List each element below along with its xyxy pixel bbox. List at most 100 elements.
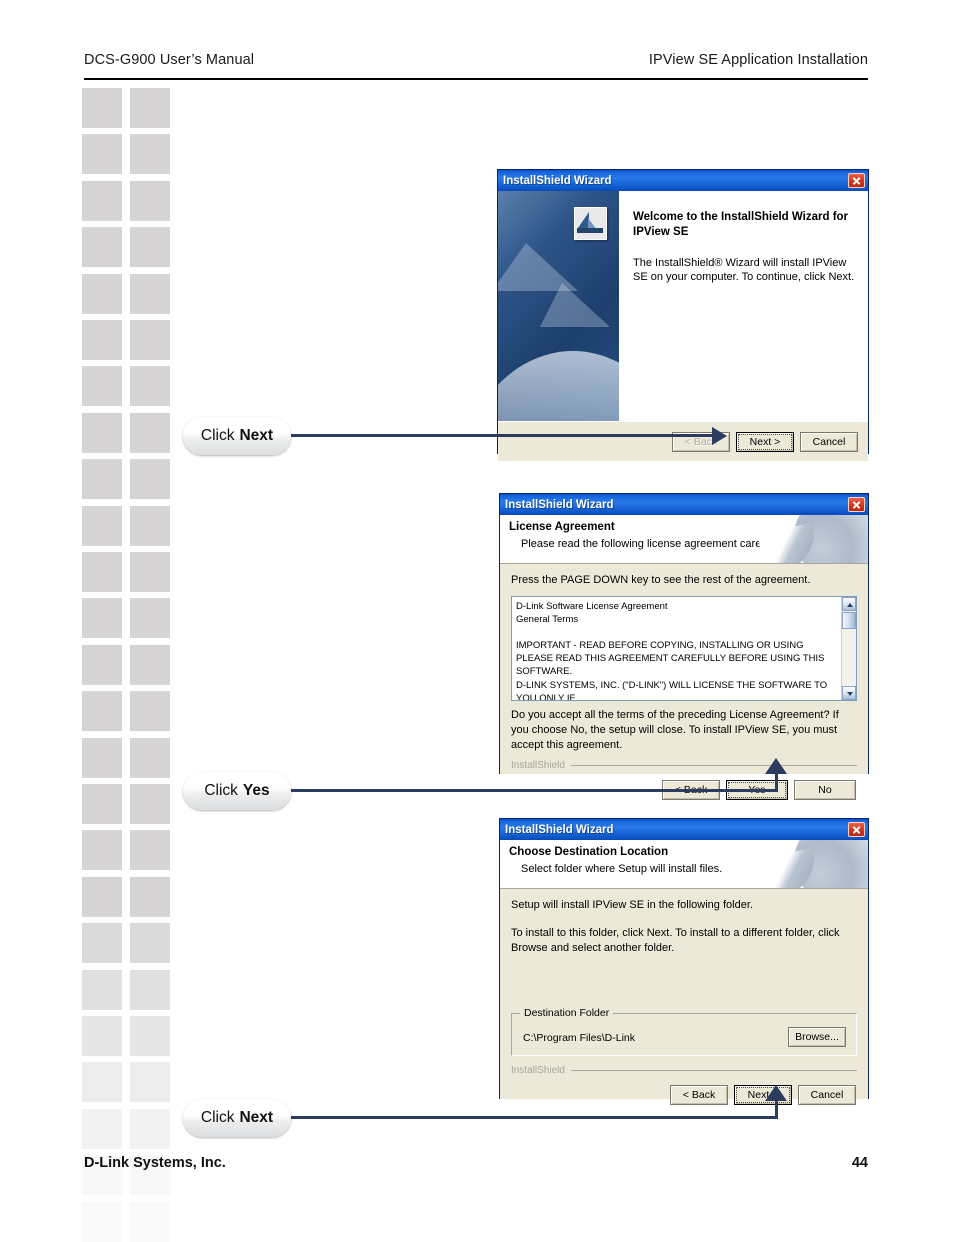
callout-arrow-1: [712, 427, 727, 445]
decorative-square: [130, 1109, 170, 1149]
installshield-footer: InstallShield: [511, 1065, 857, 1076]
destination-line-1: Setup will install IPView SE in the foll…: [511, 899, 753, 911]
callout-leader-line-3b: [775, 1099, 778, 1119]
header-manual-title: DCS-G900 User’s Manual: [84, 52, 255, 68]
decorative-square: [130, 88, 170, 128]
close-icon[interactable]: [848, 173, 865, 188]
decorative-square: [130, 459, 170, 499]
license-scrollbar[interactable]: [841, 596, 856, 700]
callout-emphasis: Yes: [242, 782, 270, 799]
license-text-box[interactable]: D-Link Software License Agreement Genera…: [511, 595, 857, 701]
callout-emphasis: Next: [239, 427, 274, 444]
close-icon[interactable]: [848, 497, 865, 512]
callout-prefix: Click: [200, 427, 235, 444]
decorative-square: [130, 1202, 170, 1242]
next-button[interactable]: Next >: [736, 431, 794, 452]
destination-button-row: < Back Next > Cancel: [511, 1076, 857, 1105]
decorative-square: [82, 552, 122, 592]
installshield-label: InstallShield: [511, 1064, 565, 1076]
decorative-square: [82, 366, 122, 406]
callout-arrow-3: [765, 1085, 787, 1101]
welcome-button-row: < Back Next > Cancel: [498, 421, 868, 461]
decorative-square: [130, 830, 170, 870]
decorative-square-pattern: [0, 0, 200, 1242]
decorative-square: [82, 877, 122, 917]
decorative-square: [82, 645, 122, 685]
scroll-down-icon[interactable]: [842, 685, 856, 700]
callout-click-next-2: Click Next: [183, 1099, 291, 1137]
header-divider: [84, 78, 868, 80]
decorative-square: [82, 274, 122, 314]
decorative-square: [82, 506, 122, 546]
decorative-square: [130, 320, 170, 360]
header-section-title: IPView SE Application Installation: [648, 52, 868, 68]
callout-leader-line-1: [289, 434, 724, 437]
decorative-square: [82, 181, 122, 221]
destination-titlebar: InstallShield Wizard: [500, 819, 868, 840]
decorative-square: [130, 181, 170, 221]
decorative-square: [82, 88, 122, 128]
callout-leader-line-3a: [289, 1116, 778, 1119]
installshield-app-icon: [574, 207, 607, 240]
footer-divider: [570, 765, 857, 767]
scrollbar-thumb[interactable]: [842, 611, 856, 629]
decorative-square: [82, 970, 122, 1010]
destination-folder-group: Destination Folder C:\Program Files\D-Li…: [511, 1006, 857, 1056]
decorative-square: [82, 413, 122, 453]
decorative-square: [130, 1062, 170, 1102]
decorative-square: [130, 1016, 170, 1056]
license-title-text: InstallShield Wizard: [505, 498, 614, 511]
page-footer: D-Link Systems, Inc. 44: [84, 1155, 868, 1171]
decorative-square: [82, 830, 122, 870]
welcome-banner-graphic: [498, 191, 619, 421]
page-number: 44: [851, 1155, 868, 1171]
destination-group-title: Destination Folder: [520, 1006, 614, 1019]
cancel-button[interactable]: Cancel: [798, 1084, 856, 1105]
scroll-up-icon[interactable]: [842, 596, 856, 611]
license-button-row: < Back Yes No: [511, 771, 857, 801]
destination-title-text: InstallShield Wizard: [505, 823, 614, 836]
decorative-square: [82, 459, 122, 499]
license-titlebar: InstallShield Wizard: [500, 494, 868, 515]
callout-click-yes: Click Yes: [183, 772, 291, 810]
decorative-square: [82, 923, 122, 963]
decorative-square: [130, 413, 170, 453]
decorative-square: [130, 691, 170, 731]
decorative-square: [130, 227, 170, 267]
callout-emphasis: Next: [239, 1109, 274, 1126]
decorative-square: [130, 738, 170, 778]
decorative-square: [130, 506, 170, 546]
footer-company: D-Link Systems, Inc.: [84, 1155, 226, 1171]
decorative-square: [130, 274, 170, 314]
decorative-square: [82, 691, 122, 731]
decorative-square: [130, 552, 170, 592]
decorative-square: [82, 1016, 122, 1056]
installshield-label: InstallShield: [511, 760, 565, 772]
license-instruction: Press the PAGE DOWN key to see the rest …: [511, 574, 811, 586]
installshield-license-dialog: InstallShield Wizard License Agreement P…: [499, 493, 869, 801]
installshield-destination-dialog: InstallShield Wizard Choose Destination …: [499, 818, 869, 1105]
page-header: DCS-G900 User’s Manual IPView SE Applica…: [84, 52, 868, 68]
decorative-square: [82, 784, 122, 824]
back-button[interactable]: < Back: [670, 1084, 728, 1105]
close-icon[interactable]: [848, 822, 865, 837]
decorative-square: [82, 134, 122, 174]
no-button[interactable]: No: [794, 780, 856, 801]
welcome-body: Welcome to the InstallShield Wizard for …: [498, 191, 868, 421]
callout-prefix: Click: [204, 782, 238, 799]
browse-button[interactable]: Browse...: [788, 1026, 846, 1047]
destination-body: Setup will install IPView SE in the foll…: [500, 889, 868, 1105]
decorative-square: [82, 320, 122, 360]
decorative-square: [82, 1202, 122, 1242]
callout-prefix: Click: [200, 1109, 235, 1126]
decorative-square: [82, 738, 122, 778]
callout-leader-line-2b: [775, 772, 778, 792]
decorative-square: [82, 598, 122, 638]
installshield-footer: InstallShield: [511, 760, 857, 771]
decorative-square: [82, 1062, 122, 1102]
license-prompt: Do you accept all the terms of the prece…: [511, 708, 839, 751]
decorative-square: [130, 134, 170, 174]
welcome-title-text: InstallShield Wizard: [503, 174, 612, 187]
welcome-titlebar: InstallShield Wizard: [498, 170, 868, 191]
cancel-button[interactable]: Cancel: [800, 431, 858, 452]
